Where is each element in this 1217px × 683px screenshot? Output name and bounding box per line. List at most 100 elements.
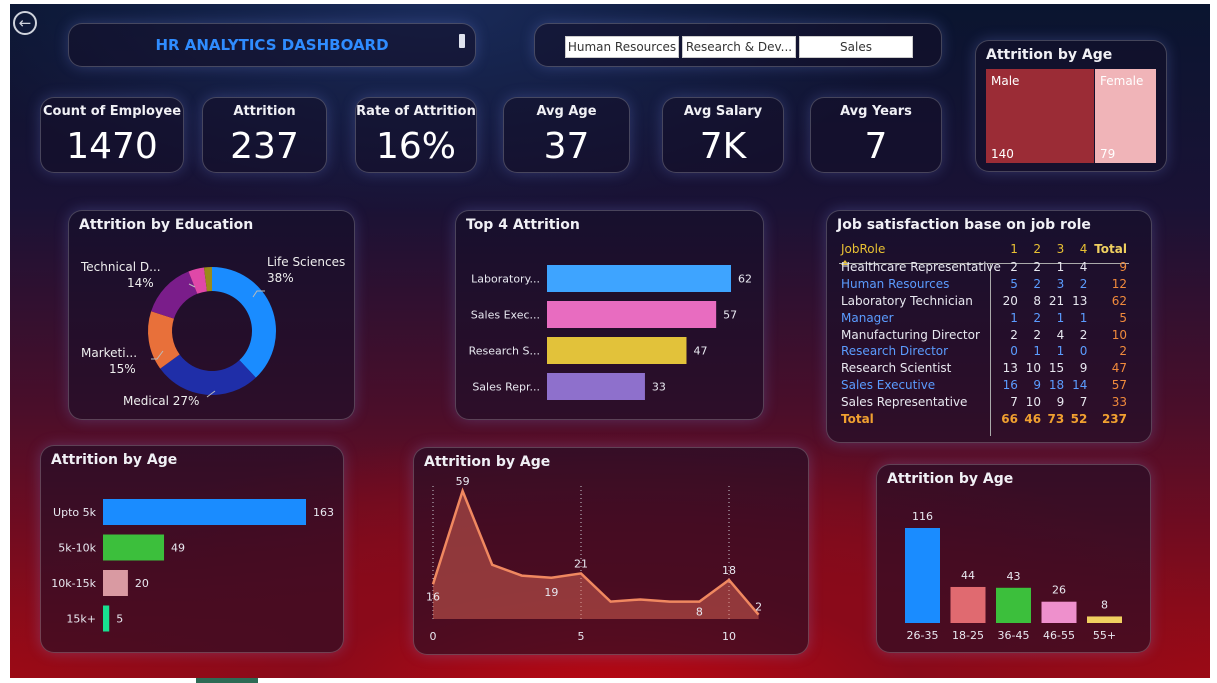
table-cell: 2 <box>1010 260 1018 275</box>
table-cell-role: Healthcare Representative <box>841 260 1001 275</box>
table-row[interactable]: Sales Representative 7 10 9 7 33 <box>837 393 1127 410</box>
back-arrow-icon[interactable]: ← <box>13 11 37 35</box>
table-row[interactable]: Research Scientist 13 10 15 9 47 <box>837 360 1127 377</box>
table-cell: 4 <box>1079 260 1088 275</box>
column-value: 43 <box>1007 570 1021 583</box>
scrollbar-handle[interactable] <box>459 34 465 48</box>
treemap-female-label: Female <box>1100 74 1144 88</box>
bar-label: 5k-10k <box>58 542 96 555</box>
bar-2[interactable] <box>547 337 687 364</box>
label-medical: Medical 27% <box>123 394 199 408</box>
table-cell-role: Sales Executive <box>841 377 936 392</box>
table-cell: 5 <box>1010 277 1018 292</box>
table-cell: 1 <box>1079 310 1088 325</box>
table-cell: 7 <box>1079 394 1088 409</box>
table-cell: 62 <box>1111 293 1127 308</box>
table-row[interactable]: Manufacturing Director 2 2 4 2 10 <box>837 326 1127 343</box>
salary-bar-chart: Upto 5k 163 5k-10k 49 10k-15k 20 15k+ 5 <box>51 499 334 632</box>
slicer-research-dev[interactable]: Research & Dev... <box>682 36 796 58</box>
column-label: 26-35 <box>907 629 939 642</box>
status-strip <box>0 678 1217 683</box>
table-row[interactable]: Human Resources 5 2 3 2 12 <box>837 276 1127 293</box>
column-2[interactable] <box>996 587 1031 623</box>
bar-value: 33 <box>652 381 666 394</box>
bar-3[interactable] <box>547 373 645 400</box>
column-value: 8 <box>1101 598 1108 611</box>
table-row[interactable]: Manager 1 2 1 1 5 <box>837 309 1127 326</box>
area-fill <box>433 491 759 619</box>
treemap-male[interactable]: Male 140 <box>986 69 1094 163</box>
job-satisfaction-table: JobRole 1 2 3 4 Total Healthcare Representativ… <box>837 239 1127 427</box>
table-cell: 4 <box>1079 242 1088 256</box>
table-header-row[interactable]: JobRole 1 2 3 4 Total <box>837 239 1127 259</box>
kpi-avg-salary: Avg Salary 7K <box>662 97 784 173</box>
bar-label: Sales Repr... <box>472 381 540 394</box>
table-cell-role: Research Scientist <box>841 361 952 376</box>
table-cell: 5 <box>1119 310 1127 325</box>
bar-label: 15k+ <box>66 613 96 626</box>
bar-0[interactable] <box>103 499 306 525</box>
treemap-female-value: 79 <box>1100 147 1116 161</box>
kpi-value: 1470 <box>66 126 158 167</box>
bar-3[interactable] <box>103 605 110 632</box>
slicer-human-resources[interactable]: Human Resources <box>565 36 679 58</box>
bar-value: 20 <box>135 577 149 590</box>
bar-label: Research S... <box>469 345 540 358</box>
table-row[interactable]: Total 66 46 73 52 237 <box>837 410 1127 427</box>
kpi-label: Avg Salary <box>683 104 763 119</box>
table-cell: 12 <box>1111 277 1127 292</box>
top-4-attrition-card: Top 4 Attrition Laboratory... 62 Sales Exe… <box>455 210 764 420</box>
kpi-value: 7K <box>699 126 747 167</box>
table-cell: 2 <box>1010 327 1018 342</box>
table-cell: 9 <box>1056 394 1065 409</box>
table-cell: 1 <box>1033 344 1042 359</box>
kpi-value: 37 <box>543 126 590 167</box>
treemap-female[interactable]: Female 79 <box>1095 69 1156 163</box>
table-cell-role: Laboratory Technician <box>841 293 973 308</box>
table-cell: 57 <box>1111 377 1127 392</box>
page-tab[interactable] <box>196 678 258 683</box>
card-title: Job satisfaction base on job role <box>837 217 1091 233</box>
bar-value: 47 <box>693 345 707 358</box>
bar-1[interactable] <box>103 534 165 561</box>
column-4[interactable] <box>1087 616 1122 623</box>
label-life-sciences-pct: 38% <box>267 271 294 285</box>
table-cell: Total <box>1094 242 1127 256</box>
table-row[interactable]: Healthcare Representative 2 2 1 4 9 <box>837 259 1127 276</box>
table-cell: 2 <box>1119 344 1127 359</box>
bar-1[interactable] <box>547 301 717 328</box>
table-row[interactable]: Laboratory Technician 20 8 21 13 62 <box>837 293 1127 310</box>
kpi-avg-years: Avg Years 7 <box>810 97 942 173</box>
table-cell: 10 <box>1111 327 1127 342</box>
bar-label: Sales Exec... <box>471 309 540 322</box>
table-cell: 2 <box>1079 327 1088 342</box>
point-label: 8 <box>696 606 703 619</box>
kpi-attrition: Attrition 237 <box>202 97 327 173</box>
point-label: 19 <box>544 586 558 599</box>
kpi-label: Attrition <box>233 104 296 119</box>
column-3[interactable] <box>1041 601 1077 623</box>
table-cell-role: Manufacturing Director <box>841 327 980 342</box>
kpi-count-of-employee: Count of Employee 1470 <box>40 97 184 173</box>
table-row[interactable]: Sales Executive 16 9 18 14 57 <box>837 377 1127 394</box>
kpi-value: 16% <box>375 126 456 167</box>
bar-0[interactable] <box>547 265 731 292</box>
table-row[interactable]: Research Director 0 1 1 0 2 <box>837 343 1127 360</box>
table-cell: 66 <box>1001 411 1018 426</box>
title-card: HR ANALYTICS DASHBOARD <box>68 23 476 67</box>
column-value: 44 <box>961 569 975 582</box>
slicer-sales[interactable]: Sales <box>799 36 913 58</box>
column-label: 36-45 <box>998 629 1030 642</box>
table-cell: 47 <box>1111 361 1127 376</box>
x-tick-label: 10 <box>722 630 736 643</box>
table-cell: 18 <box>1048 377 1065 392</box>
table-cell: 0 <box>1010 344 1018 359</box>
column-0[interactable] <box>905 528 940 623</box>
bar-value: 163 <box>313 506 334 519</box>
table-cell: 2 <box>1033 277 1042 292</box>
donut-slice-3[interactable] <box>151 271 198 319</box>
table-cell: 237 <box>1101 411 1127 426</box>
point-label: 18 <box>722 564 736 577</box>
column-1[interactable] <box>950 586 986 623</box>
bar-2[interactable] <box>103 570 128 596</box>
